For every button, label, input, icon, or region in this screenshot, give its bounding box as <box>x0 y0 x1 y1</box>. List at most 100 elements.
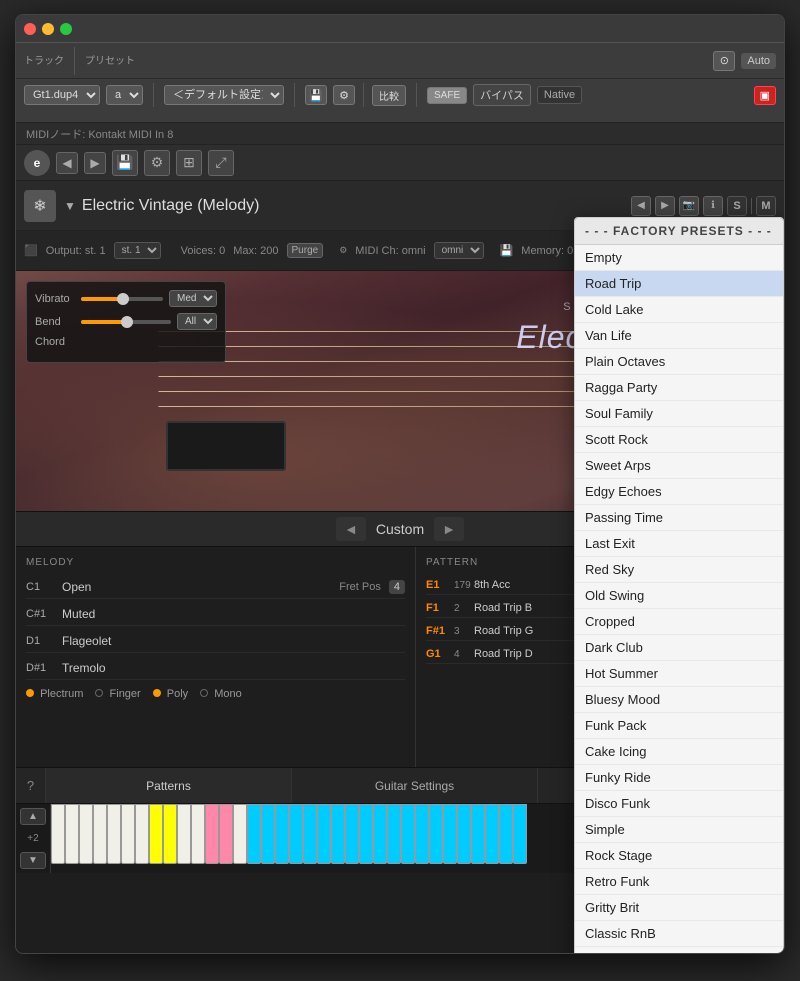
preset-item[interactable]: Road Trip <box>575 271 783 297</box>
safe-button[interactable]: SAFE <box>427 87 467 104</box>
preset-item[interactable]: Empty <box>575 245 783 271</box>
camera-btn[interactable]: 📷 <box>679 196 699 216</box>
piano-key-g[interactable] <box>107 804 121 864</box>
purge-button[interactable]: Purge <box>287 243 324 258</box>
piano-key-g4[interactable] <box>401 804 415 864</box>
piano-key-g5[interactable] <box>499 804 513 864</box>
piano-key-e5[interactable] <box>471 804 485 864</box>
nav-right-arrow[interactable]: ▶ <box>84 152 106 174</box>
track-name-select[interactable]: Gt1.dup4 <box>24 85 100 105</box>
piano-key-a4[interactable] <box>415 804 429 864</box>
bend-thumb[interactable] <box>121 316 133 328</box>
preset-item[interactable]: Bluesy Mood <box>575 687 783 713</box>
next-btn[interactable]: ▶ <box>655 196 675 216</box>
prev-btn[interactable]: ◀ <box>631 196 651 216</box>
close-button[interactable] <box>24 23 36 35</box>
preset-item[interactable]: Disco Funk <box>575 791 783 817</box>
piano-key-g3[interactable] <box>303 804 317 864</box>
piano-key-d2[interactable] <box>163 804 177 864</box>
preset-item[interactable]: Dark Club <box>575 635 783 661</box>
preset-item[interactable]: Van Life <box>575 323 783 349</box>
piano-key-f5[interactable] <box>485 804 499 864</box>
piano-key-f4[interactable] <box>387 804 401 864</box>
preset-item[interactable]: Last Exit <box>575 531 783 557</box>
piano-key-f3[interactable] <box>289 804 303 864</box>
patterns-tab[interactable]: Patterns <box>46 768 292 803</box>
info-btn[interactable]: ℹ <box>703 196 723 216</box>
grid-nav-icon[interactable]: ⊞ <box>176 150 202 176</box>
custom-left-arrow[interactable]: ◄ <box>336 517 366 541</box>
piano-key-e3[interactable] <box>275 804 289 864</box>
preset-item[interactable]: Red Sky <box>575 557 783 583</box>
piano-key-c3[interactable] <box>247 804 261 864</box>
bypass-button[interactable]: バイパス <box>473 84 531 106</box>
preset-item[interactable]: Simple <box>575 817 783 843</box>
piano-key-c2[interactable] <box>149 804 163 864</box>
piano-key-f[interactable] <box>93 804 107 864</box>
preset-item[interactable]: Ragga Party <box>575 375 783 401</box>
piano-key-c4[interactable] <box>345 804 359 864</box>
poly-radio[interactable]: Poly <box>153 688 188 700</box>
expand-nav-icon[interactable]: ⤢ <box>208 150 234 176</box>
piano-key-a3[interactable] <box>317 804 331 864</box>
save-nav-icon[interactable]: 💾 <box>112 150 138 176</box>
piano-key-d4[interactable] <box>359 804 373 864</box>
bend-slider[interactable] <box>81 320 171 324</box>
preset-item[interactable]: Hot Summer <box>575 661 783 687</box>
piano-key-b2[interactable] <box>233 804 247 864</box>
preset-item[interactable]: Funk Pack <box>575 713 783 739</box>
vibrato-slider[interactable] <box>81 297 163 301</box>
plectrum-radio[interactable]: Plectrum <box>26 688 83 700</box>
octave-down-button[interactable]: ▼ <box>20 852 46 869</box>
piano-key-e2[interactable] <box>177 804 191 864</box>
preset-item[interactable]: Passing Time <box>575 505 783 531</box>
preset-item[interactable]: Sweet Arps <box>575 453 783 479</box>
piano-key-b[interactable] <box>135 804 149 864</box>
piano-key-c5[interactable] <box>443 804 457 864</box>
piano-key-a2[interactable] <box>219 804 233 864</box>
piano-key-b3[interactable] <box>331 804 345 864</box>
red-record-button[interactable]: ▣ <box>754 86 776 105</box>
preset-item[interactable]: Rock Stage <box>575 843 783 869</box>
nav-left-arrow[interactable]: ◀ <box>56 152 78 174</box>
preset-item[interactable]: Cold Lake <box>575 297 783 323</box>
midi-ch-select[interactable]: omni <box>434 242 484 259</box>
settings-icon[interactable]: ⚙ <box>333 85 355 105</box>
minimize-button[interactable] <box>42 23 54 35</box>
piano-key-a[interactable] <box>121 804 135 864</box>
piano-key-f2[interactable] <box>191 804 205 864</box>
piano-key-c[interactable] <box>51 804 65 864</box>
preset-item[interactable]: Funky Ride <box>575 765 783 791</box>
preset-item[interactable]: Plain Octaves <box>575 349 783 375</box>
octave-up-button[interactable]: ▲ <box>20 808 46 825</box>
preset-item[interactable]: Swedish Rock <box>575 947 783 954</box>
preset-item[interactable]: Cake Icing <box>575 739 783 765</box>
gear-nav-icon[interactable]: ⚙ <box>144 150 170 176</box>
track-variant-select[interactable]: a <box>106 85 143 105</box>
preset-item[interactable]: Retro Funk <box>575 869 783 895</box>
preset-item[interactable]: Classic RnB <box>575 921 783 947</box>
piano-key-d[interactable] <box>65 804 79 864</box>
piano-key-d5[interactable] <box>457 804 471 864</box>
preset-item[interactable]: Edgy Echoes <box>575 479 783 505</box>
piano-key-e4[interactable] <box>373 804 387 864</box>
vibrato-thumb[interactable] <box>117 293 129 305</box>
piano-key-d3[interactable] <box>261 804 275 864</box>
preset-item[interactable]: Cropped <box>575 609 783 635</box>
preset-item[interactable]: Scott Rock <box>575 427 783 453</box>
bend-select[interactable]: All <box>177 313 217 330</box>
save-icon[interactable]: 💾 <box>305 85 327 105</box>
compare-button[interactable]: 比較 <box>372 85 406 106</box>
piano-key-b4[interactable] <box>429 804 443 864</box>
piano-key-g2[interactable] <box>205 804 219 864</box>
zoom-button[interactable] <box>60 23 72 35</box>
output-select[interactable]: st. 1 <box>114 242 161 259</box>
preset-item[interactable]: Old Swing <box>575 583 783 609</box>
guitar-settings-tab[interactable]: Guitar Settings <box>292 768 538 803</box>
preset-item[interactable]: Gritty Brit <box>575 895 783 921</box>
preset-item[interactable]: Soul Family <box>575 401 783 427</box>
piano-key-a5[interactable] <box>513 804 527 864</box>
custom-right-arrow[interactable]: ► <box>434 517 464 541</box>
vibrato-select[interactable]: Med <box>169 290 217 307</box>
piano-key-e[interactable] <box>79 804 93 864</box>
